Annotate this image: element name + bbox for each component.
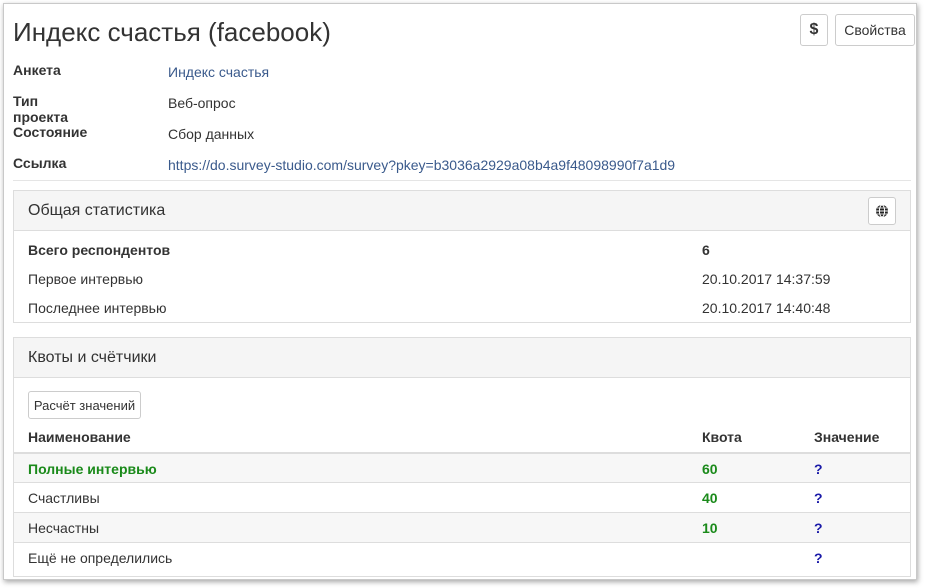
quotas-panel: Квоты и счётчики Расчёт значений Наимено… [13, 337, 911, 577]
stat-row-last: Последнее интервью 20.10.2017 14:40:48 [28, 294, 896, 323]
quota-value: ? [814, 490, 823, 506]
survey-url-link[interactable]: https://do.survey-studio.com/survey?pkey… [168, 157, 675, 173]
survey-link[interactable]: Индекс счастья [168, 64, 269, 80]
table-row: Несчастны 10 ? [14, 512, 910, 542]
stat-row-first: Первое интервью 20.10.2017 14:37:59 [28, 265, 896, 294]
stat-value: 6 [702, 242, 710, 258]
info-label: Ссылка [13, 155, 67, 171]
quota-value: ? [814, 550, 823, 566]
table-row: Счастливы 40 ? [14, 482, 910, 512]
general-stats-panel: Общая статистика Всего респондентов 6 Пе… [13, 190, 911, 323]
survey-window: Индекс счастья (facebook) $ Свойства Анк… [3, 3, 917, 580]
page-title: Индекс счастья (facebook) [13, 17, 331, 47]
column-header-quota: Квота [702, 429, 742, 445]
stat-label: Первое интервью [28, 271, 143, 287]
quota-limit: 60 [702, 461, 718, 477]
info-value: Сбор данных [168, 126, 255, 142]
calculate-values-button[interactable]: Расчёт значений [28, 391, 141, 419]
stat-label: Всего респондентов [28, 242, 171, 258]
divider [13, 180, 911, 181]
quota-name: Счастливы [28, 490, 100, 506]
panel-title: Квоты и счётчики [28, 349, 157, 366]
info-label: Состояние [13, 124, 88, 140]
properties-button[interactable]: Свойства [835, 14, 915, 46]
stat-value: 20.10.2017 14:37:59 [702, 271, 831, 287]
globe-icon [876, 204, 888, 218]
info-value: Веб-опрос [168, 95, 236, 111]
globe-button[interactable] [868, 197, 896, 225]
panel-header: Квоты и счётчики [14, 338, 910, 378]
column-header-value: Значение [814, 429, 880, 445]
quota-value: ? [814, 520, 823, 536]
panel-header: Общая статистика [14, 191, 910, 231]
stat-row-total: Всего респондентов 6 [28, 236, 896, 265]
info-label: Анкета [13, 62, 61, 78]
panel-title: Общая статистика [28, 202, 166, 219]
stat-value: 20.10.2017 14:40:48 [702, 300, 831, 316]
quota-limit: 40 [702, 490, 718, 506]
quota-value: ? [814, 461, 823, 477]
stat-label: Последнее интервью [28, 300, 167, 316]
currency-button[interactable]: $ [800, 14, 828, 46]
info-label: Тип проекта [13, 93, 68, 125]
table-row: Полные интервью 60 ? [14, 452, 910, 482]
quota-limit: 10 [702, 520, 718, 536]
column-header-name: Наименование [28, 429, 131, 445]
quota-name: Ещё не определились [28, 550, 173, 566]
quota-name: Полные интервью [28, 461, 157, 477]
quota-name: Несчастны [28, 520, 100, 536]
table-row: Ещё не определились ? [14, 542, 910, 572]
